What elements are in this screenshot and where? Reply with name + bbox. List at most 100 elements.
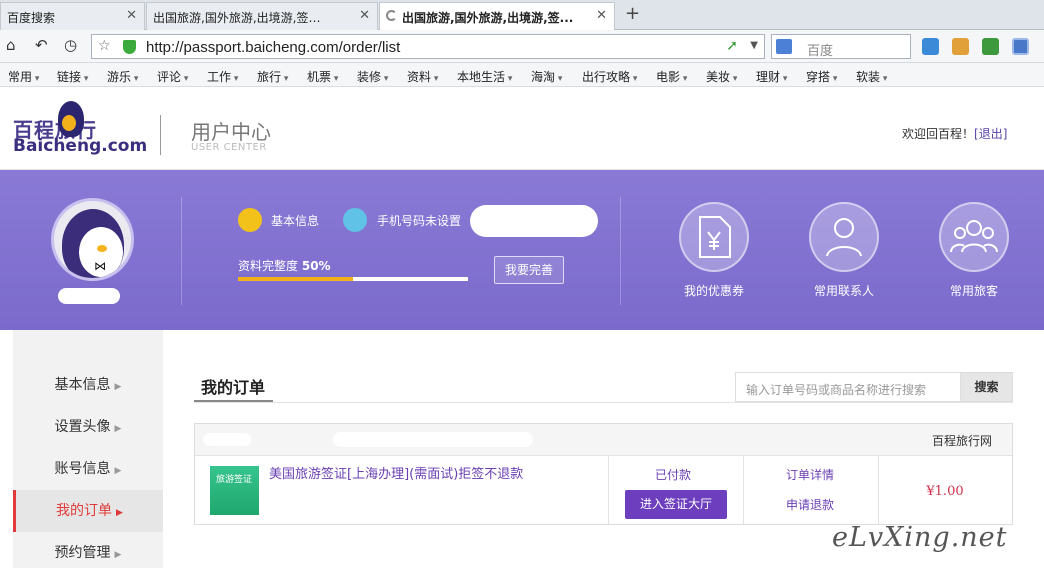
tab-baicheng-active[interactable]: 出国旅游,国外旅游,出境游,签... ✕	[379, 2, 615, 31]
bookmark-folder[interactable]: 常用	[8, 68, 39, 85]
bookmark-folder[interactable]: 海淘	[531, 68, 562, 85]
chevron-right-icon: ▶	[116, 508, 123, 518]
order-detail-link[interactable]: 订单详情	[745, 466, 875, 483]
home-icon[interactable]: ⌂	[6, 36, 16, 54]
phone-status[interactable]: 手机号码未设置	[377, 212, 461, 229]
bookmark-folder[interactable]: 工作	[207, 68, 238, 85]
url-text[interactable]: http://passport.baicheng.com/order/list	[146, 39, 400, 56]
coupon-icon	[699, 216, 731, 258]
contacts-label[interactable]: 常用联系人	[794, 282, 894, 299]
bookmark-folder[interactable]: 评论	[157, 68, 188, 85]
tab-title: 百度搜索	[7, 11, 56, 25]
redacted-order-time	[333, 432, 533, 447]
site-header: 百程旅行 Baicheng.com 用户中心 USER CENTER 欢迎回百程…	[0, 87, 1044, 170]
completeness-fill	[238, 277, 353, 281]
logout-link[interactable]: [退出]	[974, 127, 1007, 141]
product-image[interactable]: 旅游签证	[210, 466, 259, 515]
title-divider	[194, 402, 1013, 403]
completeness-value: 50%	[301, 259, 331, 273]
logo-english[interactable]: Baicheng.com	[13, 136, 147, 156]
history-icon[interactable]: ◷	[64, 36, 77, 54]
section-subtitle: USER CENTER	[191, 142, 267, 153]
phone-icon	[343, 208, 367, 232]
product-image-label: 旅游签证	[216, 475, 253, 485]
star-icon[interactable]: ☆	[98, 38, 111, 54]
back-icon[interactable]: ↶	[35, 36, 48, 54]
bookmark-folder[interactable]: 出行攻略	[582, 68, 637, 85]
security-shield-icon	[123, 40, 136, 54]
bookmark-folder[interactable]: 美妆	[706, 68, 737, 85]
travelers-link[interactable]	[939, 202, 1009, 272]
sidebar-item-avatar[interactable]: 设置头像 ▶	[13, 406, 163, 448]
contacts-link[interactable]	[809, 202, 879, 272]
travelers-icon	[950, 220, 998, 253]
chevron-right-icon: ▶	[114, 424, 122, 434]
bookmark-folder[interactable]: 本地生活	[457, 68, 512, 85]
order-card-header: 百程旅行网	[195, 424, 1012, 456]
close-icon[interactable]: ✕	[359, 8, 370, 23]
redacted-phone	[470, 205, 598, 237]
sidebar-item-orders[interactable]: 我的订单 ▶	[13, 490, 163, 532]
sidebar-item-appointments[interactable]: 预约管理 ▶	[13, 532, 163, 568]
bookmark-folder[interactable]: 装修	[357, 68, 388, 85]
section-title: 用户中心	[191, 120, 271, 144]
tab-title: 出国旅游,国外旅游,出境游,签...	[402, 11, 574, 25]
bookmark-folder[interactable]: 软装	[856, 68, 887, 85]
address-bar[interactable]: ☆ http://passport.baicheng.com/order/lis…	[91, 34, 765, 59]
welcome-area: 欢迎回百程！[退出]	[902, 125, 1007, 142]
order-search-placeholder: 输入订单号码或商品名称进行搜索	[746, 383, 927, 397]
header-divider	[160, 115, 161, 155]
tab-baidu[interactable]: 百度搜索 ✕	[0, 2, 145, 30]
order-search-button[interactable]: 搜索	[960, 372, 1013, 402]
sidebar-item-account[interactable]: 账号信息 ▶	[13, 448, 163, 490]
chevron-right-icon: ▶	[114, 466, 122, 476]
chevron-right-icon: ▶	[114, 550, 122, 560]
travelers-label[interactable]: 常用旅客	[924, 282, 1024, 299]
bookmark-folder[interactable]: 旅行	[257, 68, 288, 85]
close-icon[interactable]: ✕	[126, 8, 137, 23]
payment-status: 已付款	[654, 468, 691, 482]
sidebar-item-label: 账号信息	[54, 461, 111, 477]
camera-icon[interactable]	[1012, 38, 1029, 55]
avatar[interactable]: ⋈	[51, 198, 134, 281]
bookmark-folder[interactable]: 机票	[307, 68, 338, 85]
download-icon[interactable]	[982, 38, 999, 55]
column-divider	[878, 456, 879, 524]
welcome-text: 欢迎回百程！	[902, 127, 975, 141]
completeness-label: 资料完整度	[238, 259, 299, 273]
completeness-row: 资料完整度 50%	[238, 257, 331, 274]
coupon-link[interactable]	[679, 202, 749, 272]
bookmark-folder[interactable]: 资料	[407, 68, 438, 85]
go-icon[interactable]: ➚	[726, 38, 738, 54]
order-search-input[interactable]: 输入订单号码或商品名称进行搜索	[735, 372, 961, 402]
chevron-right-icon: ▶	[114, 382, 122, 392]
chevron-down-icon[interactable]: ▼	[750, 40, 758, 51]
order-card: 百程旅行网 旅游签证 美国旅游签证[上海办理](需面试)拒签不退款 已付款 进入…	[194, 423, 1013, 525]
bookmark-folder[interactable]: 链接	[57, 68, 88, 85]
search-placeholder: 百度	[807, 44, 834, 59]
contact-icon	[826, 218, 862, 257]
basic-info-label[interactable]: 基本信息	[271, 212, 319, 229]
product-title-link[interactable]: 美国旅游签证[上海办理](需面试)拒签不退款	[269, 466, 524, 484]
extension-icon[interactable]	[922, 38, 939, 55]
bookmark-folder[interactable]: 游乐	[107, 68, 138, 85]
key-icon[interactable]	[952, 38, 969, 55]
refund-link[interactable]: 申请退款	[745, 496, 875, 513]
bookmark-folder[interactable]: 电影	[656, 68, 687, 85]
tab-baicheng-1[interactable]: 出国旅游,国外旅游,出境游,签证首... ✕	[146, 2, 378, 30]
close-icon[interactable]: ✕	[596, 8, 607, 23]
improve-profile-button[interactable]: 我要完善	[494, 256, 564, 284]
search-box[interactable]: 百度	[771, 34, 911, 59]
watermark: eLvXing.net	[832, 522, 1008, 553]
bookmark-folder[interactable]: 理财	[756, 68, 787, 85]
search-engine-icon[interactable]	[776, 39, 792, 54]
sidebar-item-basic-info[interactable]: 基本信息 ▶	[13, 364, 163, 406]
bookmark-folder[interactable]: 穿搭	[806, 68, 837, 85]
redacted-order-number	[203, 433, 251, 446]
info-doc-icon	[238, 208, 262, 232]
merchant-name: 百程旅行网	[931, 434, 992, 448]
new-tab-button[interactable]: +	[625, 3, 640, 24]
redacted-username	[58, 288, 120, 304]
coupon-label[interactable]: 我的优惠券	[664, 282, 764, 299]
enter-visa-hall-button[interactable]: 进入签证大厅	[625, 490, 727, 519]
